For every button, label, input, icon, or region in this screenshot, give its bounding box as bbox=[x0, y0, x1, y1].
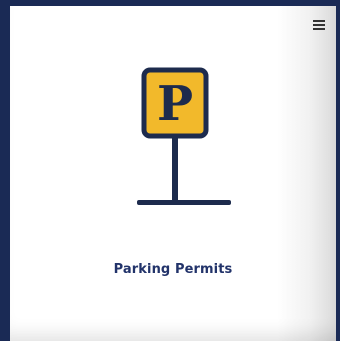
tile-frame: P Parking Permits bbox=[0, 0, 340, 341]
parking-permits-tile[interactable]: P Parking Permits bbox=[10, 6, 336, 341]
hamburger-menu-icon[interactable] bbox=[312, 18, 326, 32]
parking-sign-icon: P bbox=[134, 66, 234, 216]
sign-letter: P bbox=[157, 76, 193, 132]
tile-title: Parking Permits bbox=[113, 262, 233, 277]
